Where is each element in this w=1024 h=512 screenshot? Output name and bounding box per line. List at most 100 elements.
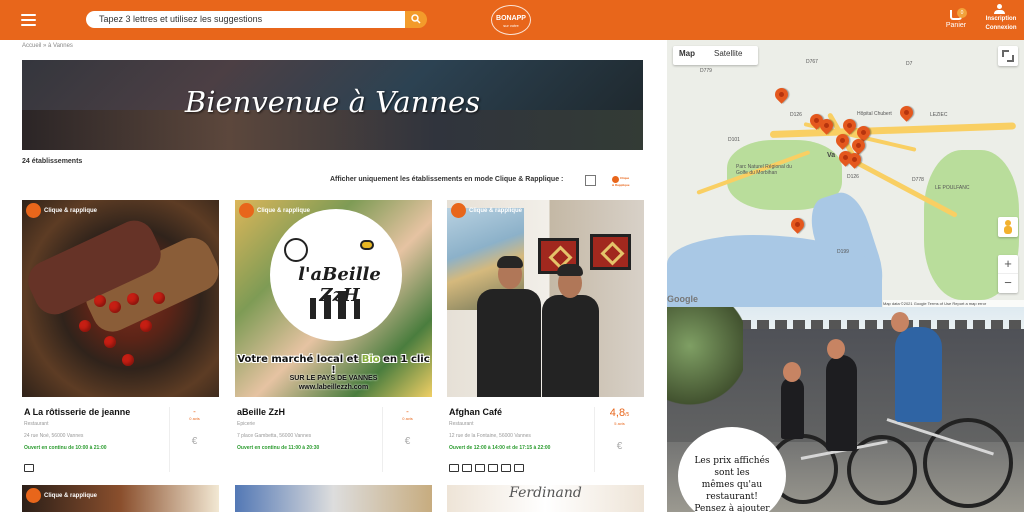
map-road-label: D778 bbox=[912, 177, 924, 183]
add-user-icon bbox=[994, 4, 1008, 14]
restaurant-address: 7 place Gambetta, 56000 Vannes bbox=[237, 433, 312, 439]
promo-line: Les prix affichés bbox=[694, 456, 770, 466]
no-gluten-icon bbox=[488, 464, 498, 472]
map-footer[interactable]: Map data ©2021 Google Terms of Use Repor… bbox=[883, 300, 1024, 307]
restaurant-map-marker[interactable] bbox=[772, 85, 791, 104]
clique-rapplique-badge: Clique & rapplique bbox=[26, 488, 97, 503]
cyclist bbox=[826, 355, 857, 451]
cyclist-head bbox=[783, 362, 801, 382]
fullscreen-icon[interactable] bbox=[998, 46, 1018, 66]
clique-rapplique-icon bbox=[612, 176, 619, 183]
sunflower-icon bbox=[284, 238, 308, 262]
tomato-decoration bbox=[94, 295, 106, 307]
restaurant-name[interactable]: aBeille ZzH bbox=[237, 407, 377, 417]
promo-line: mêmes qu'au restaurant! bbox=[701, 480, 763, 502]
card-icon bbox=[462, 464, 472, 472]
map-road-label: D101 bbox=[728, 137, 740, 143]
cyclist-head bbox=[891, 312, 909, 332]
price-level-icon: € bbox=[616, 441, 623, 452]
map-area-label: LE POULFANC bbox=[935, 185, 970, 191]
restaurant-card-rotisserie-de-jeanne[interactable]: Clique & rapplique A La rôtisserie de je… bbox=[22, 200, 219, 472]
vannes-map[interactable]: Map Satellite + − Va Hôpital Chubert LE … bbox=[667, 40, 1024, 307]
opening-hours: Ouvert en continu de 11:00 à 20:30 bbox=[237, 445, 320, 451]
restaurant-name[interactable]: A La rôtisserie de jeanne bbox=[24, 407, 164, 417]
restaurant-map-marker[interactable] bbox=[897, 103, 916, 122]
map-zoom-controls: + − bbox=[998, 255, 1018, 293]
restaurant-category: Restaurant bbox=[24, 421, 49, 427]
tab-map[interactable]: Map bbox=[679, 49, 695, 58]
clique-rapplique-badge: Clique & rapplique bbox=[239, 203, 310, 218]
restaurant-card-partial[interactable] bbox=[235, 485, 432, 512]
map-road-label: D7 bbox=[906, 61, 913, 67]
takeaway-icon bbox=[449, 464, 459, 472]
restaurant-card-abeille-zzh[interactable]: Clique & rapplique l'aBeille ZzH Votre m… bbox=[235, 200, 432, 472]
clique-rapplique-icon bbox=[239, 203, 254, 218]
tomato-decoration bbox=[122, 354, 134, 366]
restaurant-card-afghan-cafe[interactable]: Clique & rapplique Afghan Café Restauran… bbox=[447, 200, 644, 472]
cyclist-blue-jacket bbox=[895, 327, 942, 422]
price-level-icon: € bbox=[191, 436, 198, 447]
logo-text: BONAPP bbox=[496, 15, 526, 22]
street-view-pegman-icon[interactable] bbox=[998, 217, 1018, 237]
bee-icon bbox=[360, 240, 374, 250]
restaurant-image[interactable]: Clique & rapplique bbox=[22, 200, 219, 397]
tomato-decoration bbox=[109, 301, 121, 313]
top-navigation-bar: Tapez 3 lettres et utilisez les suggesti… bbox=[0, 0, 1024, 40]
chef-left-hair bbox=[497, 256, 523, 268]
opening-hours: Ouvert de 12:00 à 14:00 et de 17:15 à 22… bbox=[449, 445, 551, 451]
delivery-icon bbox=[475, 464, 485, 472]
abeille-territory: SUR LE PAYS DE VANNES www.labeillezzh.com bbox=[289, 375, 378, 391]
clique-rapplique-icon bbox=[26, 203, 41, 218]
tomato-decoration bbox=[104, 336, 116, 348]
review-count: 0 avis bbox=[189, 416, 200, 421]
promo-photo: Les prix affichés sont les mêmes qu'au r… bbox=[667, 307, 1024, 512]
map-type-tabs: Map Satellite bbox=[673, 46, 758, 65]
tomato-decoration bbox=[79, 320, 91, 332]
account-button[interactable]: Inscription Connexion bbox=[981, 4, 1021, 38]
restaurant-features bbox=[449, 459, 527, 472]
restaurant-name[interactable]: Afghan Café bbox=[449, 407, 589, 417]
zoom-in-button[interactable]: + bbox=[998, 255, 1018, 274]
search-icon bbox=[411, 14, 421, 24]
search-input[interactable]: Tapez 3 lettres et utilisez les suggesti… bbox=[86, 11, 406, 28]
vannes-hero-banner: Bienvenue à Vannes bbox=[22, 60, 643, 150]
map-hospital-label: Hôpital Chubert bbox=[857, 111, 892, 117]
logo-tagline: sur votre bbox=[503, 23, 519, 28]
clique-rapplique-icon bbox=[451, 203, 466, 218]
tree bbox=[667, 307, 743, 437]
connexion-label: Connexion bbox=[985, 25, 1017, 31]
restaurant-card-partial[interactable]: Clique & rapplique bbox=[22, 485, 219, 512]
search-button[interactable] bbox=[405, 11, 427, 28]
restaurant-rating-panel: 4,8/5 5 avis € bbox=[594, 407, 644, 472]
restaurant-map-marker[interactable] bbox=[788, 215, 807, 234]
bonapp-logo[interactable]: BONAPP sur votre bbox=[491, 5, 531, 35]
speaker-icon bbox=[514, 464, 524, 472]
establishment-list-panel: Accueil » à Vannes Bienvenue à Vannes 24… bbox=[0, 40, 666, 512]
restaurant-rating-panel: - 0 avis € bbox=[382, 407, 432, 472]
restaurant-address: 24 rue Noé, 56000 Vannes bbox=[24, 433, 84, 439]
tomato-decoration bbox=[153, 292, 165, 304]
review-count: 0 avis bbox=[402, 416, 413, 421]
clique-rapplique-badge: Clique & rapplique bbox=[451, 203, 522, 218]
restaurant-card-ferdinand[interactable]: Ferdinand bbox=[447, 485, 644, 512]
clique-rapplique-icon bbox=[26, 488, 41, 503]
inscription-label: Inscription bbox=[985, 16, 1017, 22]
clique-rapplique-checkbox[interactable] bbox=[585, 175, 596, 186]
cyclist-head bbox=[827, 339, 845, 359]
cart-label: Panier bbox=[945, 22, 967, 29]
zoom-out-button[interactable]: − bbox=[998, 274, 1018, 293]
establishment-count: 24 établissements bbox=[22, 158, 83, 165]
promo-line: Pensez à ajouter bbox=[694, 504, 770, 512]
restaurant-category: Restaurant bbox=[449, 421, 474, 427]
hamburger-menu-icon[interactable] bbox=[21, 14, 36, 26]
restaurant-address: 12 rue de la Fontaine, 56000 Vannes bbox=[449, 433, 531, 439]
restaurant-image[interactable]: Clique & rapplique l'aBeille ZzH Votre m… bbox=[235, 200, 432, 397]
cart-button[interactable]: 0 Panier bbox=[941, 6, 971, 36]
bike-wheel bbox=[923, 418, 1013, 508]
breadcrumb[interactable]: Accueil » à Vannes bbox=[22, 43, 73, 49]
tab-satellite[interactable]: Satellite bbox=[714, 49, 742, 58]
map-road-label: D126 bbox=[847, 174, 859, 180]
map-park-label: Parc Naturel Régional du Golfe du Morbih… bbox=[736, 164, 792, 176]
restaurant-image[interactable]: Clique & rapplique bbox=[447, 200, 644, 397]
clique-rapplique-filter-label: Afficher uniquement les établissements e… bbox=[330, 176, 564, 183]
